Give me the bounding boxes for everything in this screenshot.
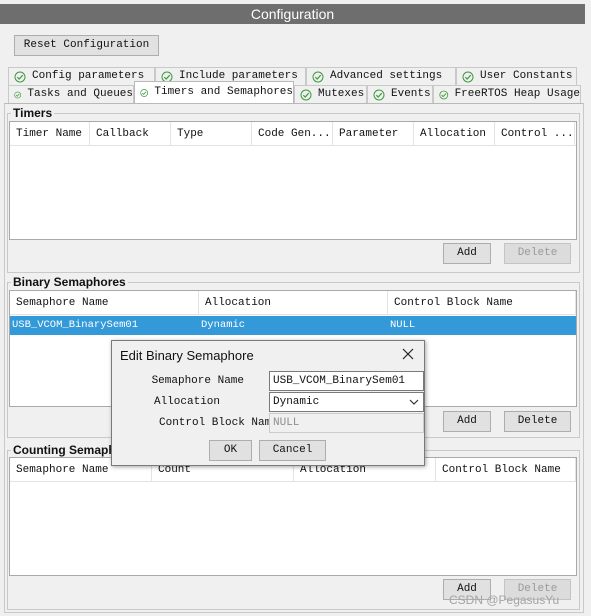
- column-header[interactable]: Allocation: [199, 291, 388, 314]
- control-block-name-field[interactable]: NULL: [269, 413, 424, 433]
- column-header[interactable]: Callback: [90, 122, 171, 145]
- cancel-button[interactable]: Cancel: [259, 440, 326, 461]
- allocation-selected-value: Dynamic: [273, 396, 320, 408]
- tab-user-constants[interactable]: User Constants: [456, 67, 577, 85]
- ok-button[interactable]: OK: [209, 440, 252, 461]
- timers-add-button[interactable]: Add: [443, 243, 491, 264]
- tab-tasks-and-queues[interactable]: Tasks and Queues: [8, 85, 134, 103]
- semaphore-name-field[interactable]: USB_VCOM_BinarySem01: [269, 371, 424, 391]
- binary-delete-button[interactable]: Delete: [504, 411, 571, 432]
- table-row[interactable]: USB_VCOM_BinarySem01 Dynamic NULL: [10, 316, 576, 335]
- tab-label: Mutexes: [318, 88, 365, 100]
- tab-label: Advanced settings: [330, 70, 443, 82]
- reset-configuration-button[interactable]: Reset Configuration: [14, 35, 159, 56]
- semaphore-name-label: Semaphore Name: [151, 375, 244, 387]
- check-circle-icon: [14, 91, 22, 98]
- column-header[interactable]: Type: [171, 122, 252, 145]
- control-block-cell: NULL: [390, 319, 416, 331]
- tab-advanced-settings[interactable]: Advanced settings: [306, 67, 456, 85]
- tab-label: Timers and Semaphores: [154, 86, 293, 98]
- counting-semaphores-table[interactable]: Semaphore Name Count Allocation Control …: [9, 457, 577, 576]
- dialog-title: Edit Binary Semaphore: [120, 348, 254, 363]
- tab-events[interactable]: Events: [367, 85, 433, 103]
- timers-table[interactable]: Timer Name Callback Type Code Gen... Par…: [9, 121, 577, 240]
- edit-binary-semaphore-dialog: Edit Binary Semaphore Semaphore Name USB…: [111, 340, 425, 466]
- control-block-name-label: Control Block Name: [159, 417, 278, 429]
- check-circle-icon: [14, 71, 26, 82]
- check-circle-icon: [300, 89, 312, 100]
- csdn-watermark: CSDN @PegasusYu: [449, 593, 560, 607]
- column-header[interactable]: Code Gen...: [252, 122, 333, 145]
- tab-label: Tasks and Queues: [27, 88, 133, 100]
- column-header[interactable]: Control Block Name: [436, 458, 576, 481]
- binary-add-button[interactable]: Add: [443, 411, 491, 432]
- chevron-down-icon: [409, 399, 419, 405]
- column-header[interactable]: Parameter: [333, 122, 414, 145]
- check-circle-icon: [439, 90, 449, 99]
- semaphore-name-cell: USB_VCOM_BinarySem01: [12, 319, 139, 331]
- column-header[interactable]: Control ...: [495, 122, 575, 145]
- close-icon[interactable]: [402, 348, 414, 360]
- tab-mutexes[interactable]: Mutexes: [294, 85, 367, 103]
- tab-label: Events: [391, 88, 431, 100]
- tab-label: Config parameters: [32, 70, 145, 82]
- column-header[interactable]: Control Block Name: [388, 291, 576, 314]
- column-header[interactable]: Timer Name: [10, 122, 90, 145]
- check-circle-icon: [312, 71, 324, 82]
- binary-table-header: Semaphore Name Allocation Control Block …: [10, 291, 576, 315]
- allocation-select[interactable]: Dynamic: [269, 392, 424, 412]
- column-header[interactable]: Allocation: [414, 122, 495, 145]
- check-circle-icon: [373, 89, 385, 100]
- allocation-cell: Dynamic: [201, 319, 246, 331]
- timers-delete-button[interactable]: Delete: [504, 243, 571, 264]
- allocation-label: Allocation: [153, 396, 220, 408]
- check-circle-icon: [140, 88, 149, 97]
- column-header[interactable]: Semaphore Name: [10, 291, 199, 314]
- tab-timers-and-semaphores[interactable]: Timers and Semaphores: [134, 81, 294, 103]
- tab-label: User Constants: [480, 70, 573, 82]
- timers-title: Timers: [11, 106, 55, 120]
- tab-config-parameters[interactable]: Config parameters: [8, 67, 155, 85]
- check-circle-icon: [462, 71, 474, 82]
- tab-freertos-heap-usage[interactable]: FreeRTOS Heap Usage: [433, 85, 581, 103]
- window-title: Configuration: [0, 4, 585, 24]
- binary-semaphores-title: Binary Semaphores: [11, 275, 128, 289]
- tab-label: FreeRTOS Heap Usage: [454, 88, 580, 100]
- timers-table-header: Timer Name Callback Type Code Gen... Par…: [10, 122, 576, 146]
